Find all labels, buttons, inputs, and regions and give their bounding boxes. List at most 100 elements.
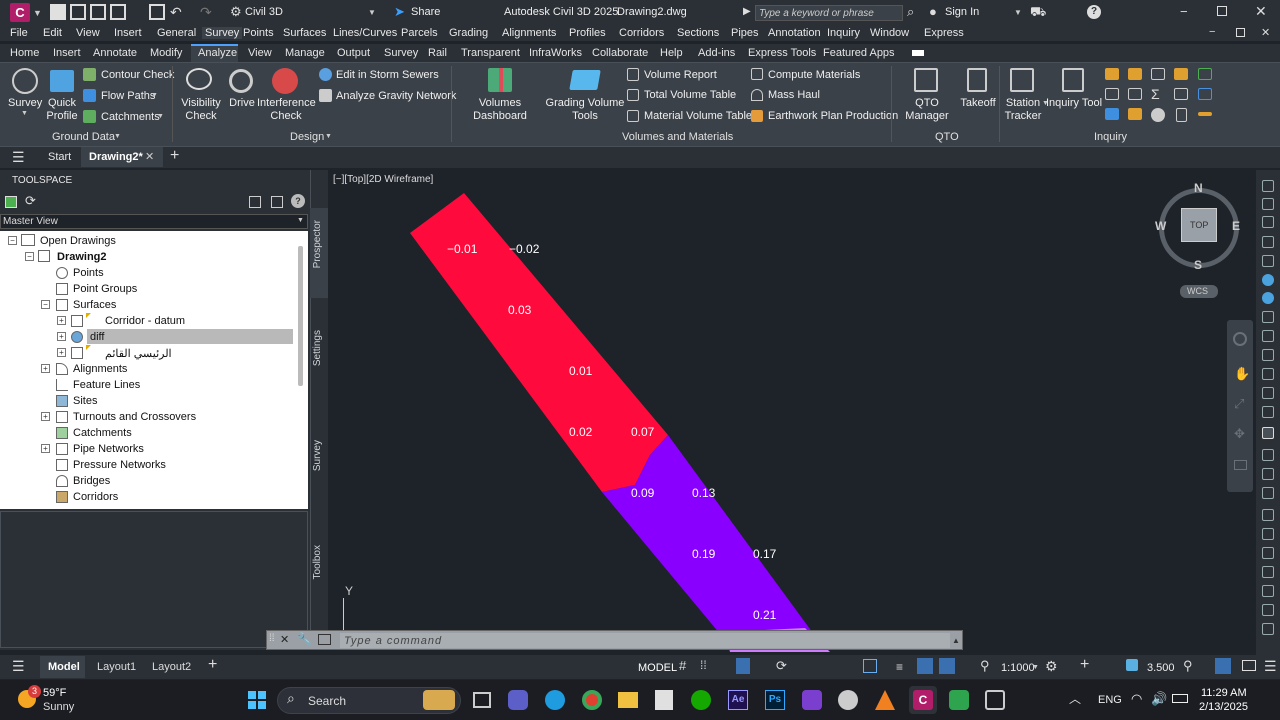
drawing-tab-label[interactable]: Drawing2* <box>89 151 143 163</box>
menu-grading[interactable]: Grading <box>449 27 488 39</box>
rtool-icon[interactable] <box>1262 566 1274 578</box>
menu-insert[interactable]: Insert <box>114 27 142 39</box>
inquiry-small-icon[interactable] <box>1105 88 1119 100</box>
taskbar-search-icon[interactable]: ⌕ <box>287 690 295 707</box>
material-volume-table-icon[interactable] <box>627 110 639 122</box>
osnap-icon[interactable] <box>863 659 877 673</box>
vtab-prospector[interactable]: Prospector <box>312 220 326 268</box>
close-tab-icon[interactable]: ✕ <box>145 150 154 163</box>
master-view-label[interactable]: Master View <box>3 216 58 227</box>
toolspace-help-icon[interactable]: ? <box>291 194 305 208</box>
catchments-icon[interactable] <box>83 110 96 123</box>
layout1-tab[interactable]: Layout1 <box>97 661 136 673</box>
survey-dropdown-icon[interactable]: ▼ <box>21 110 28 117</box>
analyze-gravity-icon[interactable] <box>319 89 332 102</box>
rtool-icon[interactable] <box>1262 406 1274 418</box>
layout-menu-icon[interactable]: ☰ <box>12 658 25 675</box>
rtool-icon[interactable] <box>1262 449 1274 461</box>
compass-north[interactable]: N <box>1194 181 1203 195</box>
tab-add-ins[interactable]: Add-ins <box>698 47 735 59</box>
menu-surfaces[interactable]: Surfaces <box>283 27 326 39</box>
inquiry-small-icon[interactable] <box>1128 108 1142 120</box>
photoshop-icon[interactable]: Ps <box>765 690 785 710</box>
volume-report-button[interactable]: Volume Report <box>644 69 717 82</box>
toolspace-green-icon[interactable] <box>5 196 17 208</box>
interference-check-button-1[interactable]: Interference <box>257 97 316 110</box>
rtool-icon[interactable] <box>1262 509 1274 521</box>
design-dropdown-icon[interactable]: ▼ <box>325 133 332 140</box>
interference-check-button-2[interactable]: Check <box>257 110 315 123</box>
quick-profile-icon[interactable] <box>50 70 74 92</box>
lineweight-icon[interactable]: ≡ <box>896 660 903 674</box>
elevation-value[interactable]: 3.500 <box>1147 662 1175 674</box>
file-explorer-icon[interactable] <box>618 692 638 708</box>
app-icon[interactable] <box>985 690 1005 710</box>
viewport-label[interactable]: [−][Top][2D Wireframe] <box>333 174 433 185</box>
plot-icon[interactable] <box>149 4 165 20</box>
snap-icon[interactable]: ⁞⁞ <box>700 658 707 672</box>
showmotion-icon[interactable] <box>1234 460 1247 470</box>
transparency-icon[interactable] <box>917 658 933 674</box>
maximize-icon[interactable] <box>1217 6 1227 16</box>
tree-diff[interactable]: diff <box>90 331 104 343</box>
ribbon-options-icon[interactable] <box>912 50 924 56</box>
qto-manager-button[interactable]: QTO Manager <box>893 97 961 123</box>
tree-alignments[interactable]: Alignments <box>73 363 127 375</box>
hardware-accel-icon[interactable]: ⚲ <box>1183 658 1193 674</box>
tree-corridors[interactable]: Corridors <box>73 491 118 503</box>
tab-analyze-label[interactable]: Analyze <box>198 47 237 59</box>
compute-materials-icon[interactable] <box>751 68 763 80</box>
compass-east[interactable]: E <box>1232 219 1240 233</box>
tree-sites[interactable]: Sites <box>73 395 97 407</box>
quick-profile-button-2[interactable]: Profile <box>44 110 80 123</box>
total-volume-table-button[interactable]: Total Volume Table <box>644 89 736 102</box>
menu-pipes[interactable]: Pipes <box>731 27 759 39</box>
clock-time[interactable]: 11:29 AM <box>1201 687 1247 699</box>
expand-icon[interactable]: − <box>41 300 50 309</box>
language-indicator[interactable]: ENG <box>1098 694 1122 706</box>
pan-hand-icon[interactable]: ✋ <box>1234 366 1250 382</box>
rtool-icon[interactable] <box>1262 547 1274 559</box>
tree-points[interactable]: Points <box>73 267 104 279</box>
plus-icon[interactable]: + <box>1080 656 1089 674</box>
toolspace-tool-icon[interactable] <box>249 196 261 208</box>
volume-report-icon[interactable] <box>627 68 639 81</box>
tree-pressure-networks[interactable]: Pressure Networks <box>73 459 166 471</box>
takeoff-icon[interactable] <box>967 68 987 92</box>
help-icon[interactable]: ? <box>1087 5 1101 19</box>
share-button[interactable]: Share <box>411 6 440 18</box>
tab-home[interactable]: Home <box>10 47 39 59</box>
inquiry-small-icon[interactable] <box>1198 88 1212 100</box>
user-icon[interactable]: ● <box>929 4 937 19</box>
edit-storm-button[interactable]: Edit in Storm Sewers <box>336 69 439 82</box>
command-expand-icon[interactable]: ▲ <box>952 636 960 645</box>
station-tracker-icon[interactable] <box>1010 68 1034 92</box>
tab-featured-apps[interactable]: Featured Apps <box>823 47 895 59</box>
app-menu-arrow-icon[interactable]: ▼ <box>33 8 42 18</box>
vlc-icon[interactable] <box>875 690 895 710</box>
takeoff-button[interactable]: Takeoff <box>958 97 998 110</box>
survey-button[interactable]: Survey <box>8 97 42 110</box>
rtool-icon[interactable] <box>1262 236 1274 248</box>
expand-icon[interactable]: + <box>41 444 50 453</box>
vtab-settings[interactable]: Settings <box>312 330 326 366</box>
wifi-icon[interactable]: ◠ <box>1131 691 1142 707</box>
tree-surfaces[interactable]: Surfaces <box>73 299 116 311</box>
share-icon[interactable]: ➤ <box>394 4 405 20</box>
tab-annotate[interactable]: Annotate <box>93 47 137 59</box>
grading-volume-tools-button-2[interactable]: Tools <box>545 110 625 123</box>
rtool-icon[interactable] <box>1262 368 1274 380</box>
fullscreen-icon[interactable] <box>1242 660 1256 671</box>
analyze-gravity-button[interactable]: Analyze Gravity Network <box>336 90 456 103</box>
tab-insert[interactable]: Insert <box>53 47 81 59</box>
tab-view[interactable]: View <box>248 47 272 59</box>
app-logo[interactable]: C <box>10 3 30 22</box>
rtool-icon[interactable] <box>1262 528 1274 540</box>
command-placeholder[interactable]: Type a command <box>344 635 442 647</box>
edge-icon[interactable] <box>545 690 565 710</box>
help-search-input[interactable]: Type a keyword or phrase <box>755 5 903 21</box>
rtool-icon[interactable] <box>1262 623 1274 635</box>
expand-icon[interactable]: + <box>57 332 66 341</box>
minimize-icon[interactable]: − <box>1180 4 1188 19</box>
sum-icon[interactable]: Σ <box>1151 86 1160 102</box>
